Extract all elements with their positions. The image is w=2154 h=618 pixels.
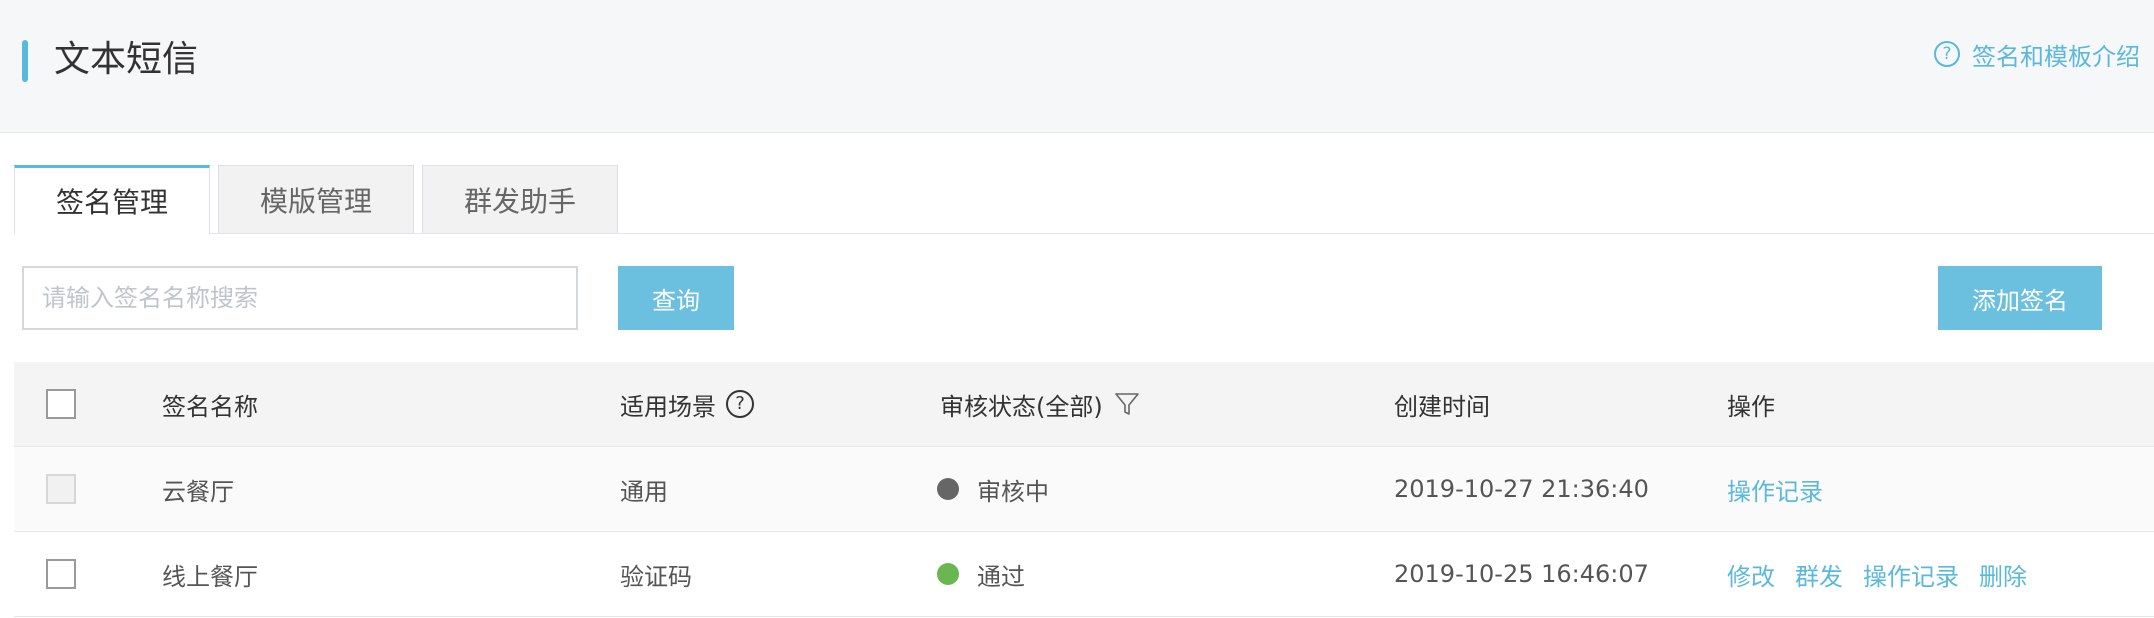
help-circle-icon: ? [1934,41,1960,67]
signature-search-input[interactable] [22,266,578,330]
select-all-checkbox[interactable] [46,389,76,419]
created-time: 2019-10-25 16:46:07 [1394,560,1649,588]
column-header-name: 签名名称 [162,392,258,421]
operation-log-link[interactable]: 操作记录 [1863,557,1959,592]
actions-cell: 操作记录 [1727,447,1823,531]
signature-name: 云餐厅 [162,477,234,506]
status-label: 通过 [977,562,1025,591]
title-accent-bar [22,40,28,82]
column-header-scene-label: 适用场景 [620,392,716,421]
row-checkbox[interactable] [46,559,76,589]
column-header-created: 创建时间 [1394,392,1490,421]
signature-scene: 通用 [620,477,668,506]
add-signature-button[interactable]: 添加签名 [1938,266,2102,330]
delete-link[interactable]: 删除 [1979,557,2027,592]
operation-log-link[interactable]: 操作记录 [1727,472,1823,507]
signature-template-help-link[interactable]: ? 签名和模板介绍 [1934,36,2140,72]
column-header-scene: 适用场景 ? [620,362,754,446]
status-cell: 审核中 [937,447,1049,531]
tab-template-management[interactable]: 模版管理 [218,165,414,233]
actions-cell: 修改 群发 操作记录 删除 [1727,532,2027,616]
filter-icon[interactable] [1113,390,1141,418]
tab-bulk-send-assistant[interactable]: 群发助手 [422,165,618,233]
table-header-row: 签名名称 适用场景 ? 审核状态(全部) 创建时间 操作 [14,362,2154,447]
column-header-actions: 操作 [1727,392,1775,421]
row-checkbox [46,474,76,504]
page-header: 文本短信 ? 签名和模板介绍 [0,0,2154,133]
signature-table: 签名名称 适用场景 ? 审核状态(全部) 创建时间 操作 云餐厅 通用 审核中 … [14,362,2154,617]
help-link-label: 签名和模板介绍 [1972,42,2140,71]
edit-link[interactable]: 修改 [1727,557,1775,592]
column-header-status-label: 审核状态(全部) [940,392,1103,421]
created-time: 2019-10-27 21:36:40 [1394,475,1649,503]
signature-name: 线上餐厅 [162,562,258,591]
column-header-status: 审核状态(全部) [940,362,1141,446]
table-row: 云餐厅 通用 审核中 2019-10-27 21:36:40 操作记录 [14,447,2154,532]
tab-signature-management[interactable]: 签名管理 [14,165,210,234]
status-cell: 通过 [937,532,1025,616]
status-label: 审核中 [977,477,1049,506]
query-button[interactable]: 查询 [618,266,734,330]
page: 文本短信 ? 签名和模板介绍 签名管理 模版管理 群发助手 查询 添加签名 签名… [0,0,2154,618]
table-row: 线上餐厅 验证码 通过 2019-10-25 16:46:07 修改 群发 操作… [14,532,2154,617]
page-title: 文本短信 [54,39,199,80]
question-circle-icon[interactable]: ? [726,390,754,418]
status-approved-dot-icon [937,563,959,585]
tab-divider [14,233,2154,234]
status-pending-dot-icon [937,478,959,500]
signature-scene: 验证码 [620,562,692,591]
bulk-send-link[interactable]: 群发 [1795,557,1843,592]
